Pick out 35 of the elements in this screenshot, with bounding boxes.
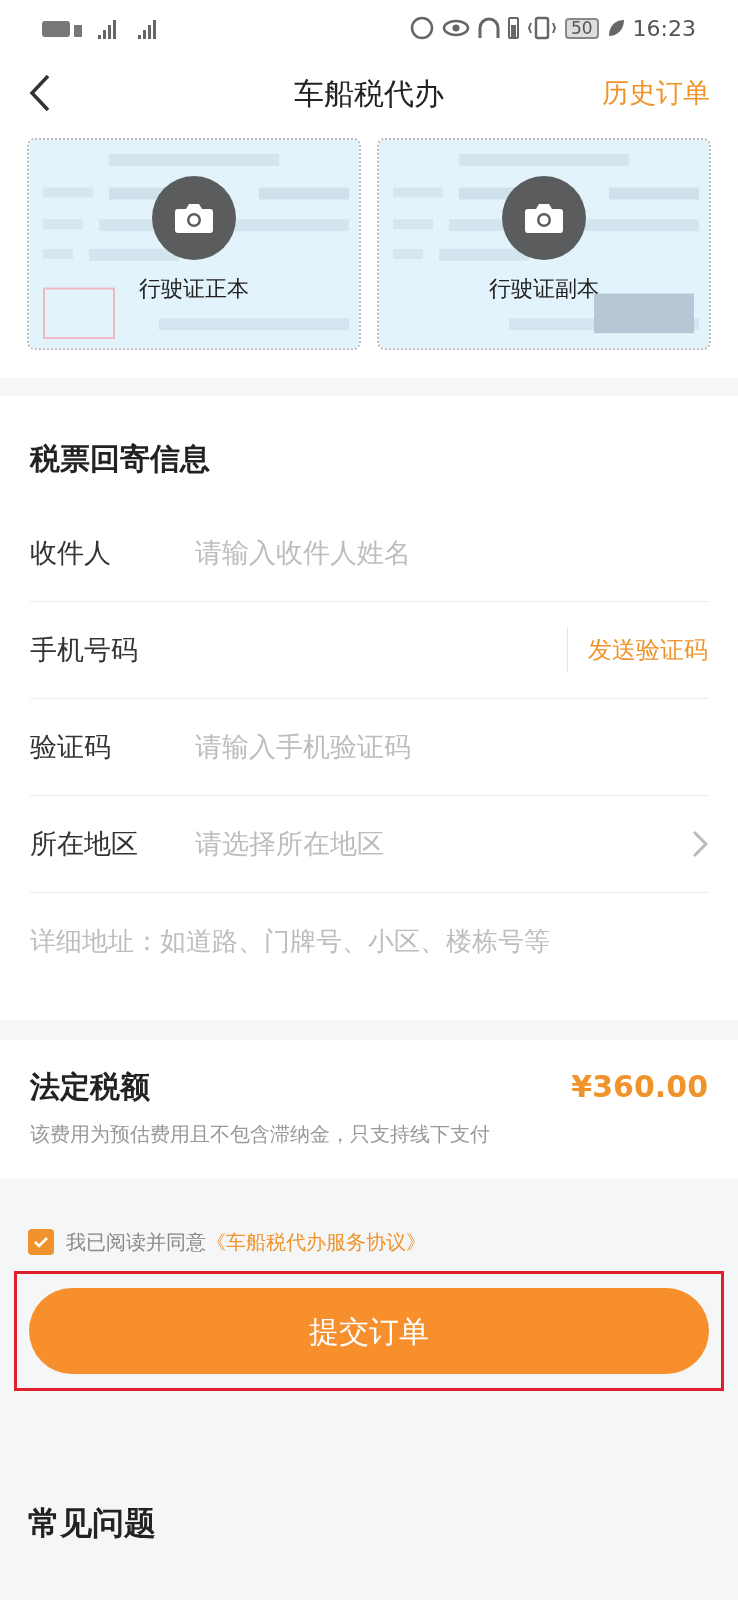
camera-icon xyxy=(175,203,213,233)
license-upload-card[interactable]: 行驶证副本 xyxy=(377,138,711,350)
input-field[interactable]: 请输入收件人姓名 xyxy=(195,532,708,574)
vibrate-icon xyxy=(526,16,557,40)
license-upload-card[interactable]: 行驶证正本 xyxy=(27,138,361,350)
card-caption: 行驶证正本 xyxy=(139,275,249,303)
field-label: 所在地区 xyxy=(30,826,139,861)
field-label: 验证码 xyxy=(30,729,112,764)
section-title: 税票回寄信息 xyxy=(30,440,211,478)
history-orders-link[interactable]: 历史订单 xyxy=(602,72,710,114)
card-caption: 行驶证副本 xyxy=(489,275,599,303)
region-select[interactable]: 请选择所在地区 xyxy=(195,823,708,865)
address-field[interactable]: 详细地址：如道路、门牌号、小区、楼栋号等 xyxy=(30,922,708,961)
field-label: 手机号码 xyxy=(30,632,139,667)
section-title: 常见问题 xyxy=(28,1503,157,1544)
clock: 16:23 xyxy=(632,14,696,43)
agree-checkbox[interactable] xyxy=(28,1229,54,1255)
battery-level: 50 xyxy=(564,17,599,39)
page-title: 车船税代办 xyxy=(294,74,444,113)
input-field[interactable]: 请输入手机验证码 xyxy=(195,726,708,768)
section-title: 法定税额 xyxy=(30,1068,150,1106)
headphones-icon xyxy=(477,17,500,39)
agreement-text: 我已阅读并同意 xyxy=(66,1229,206,1256)
tax-amount: ¥360.00 xyxy=(571,1068,708,1106)
camera-icon xyxy=(525,203,563,233)
tax-note: 该费用为预估费用且不包含滞纳金，只支持线下支付 xyxy=(30,1121,491,1148)
field-label: 收件人 xyxy=(30,535,112,570)
battery-icon xyxy=(507,17,519,39)
submit-button[interactable]: 提交订单 xyxy=(29,1288,709,1374)
leaf-icon xyxy=(606,18,625,38)
agreement-link[interactable]: 《车船税代办服务协议》 xyxy=(206,1227,426,1257)
send-code-button[interactable]: 发送验证码 xyxy=(568,632,708,668)
eye-icon xyxy=(441,19,470,37)
check-icon xyxy=(33,1236,49,1248)
chevron-right-icon xyxy=(692,830,708,858)
